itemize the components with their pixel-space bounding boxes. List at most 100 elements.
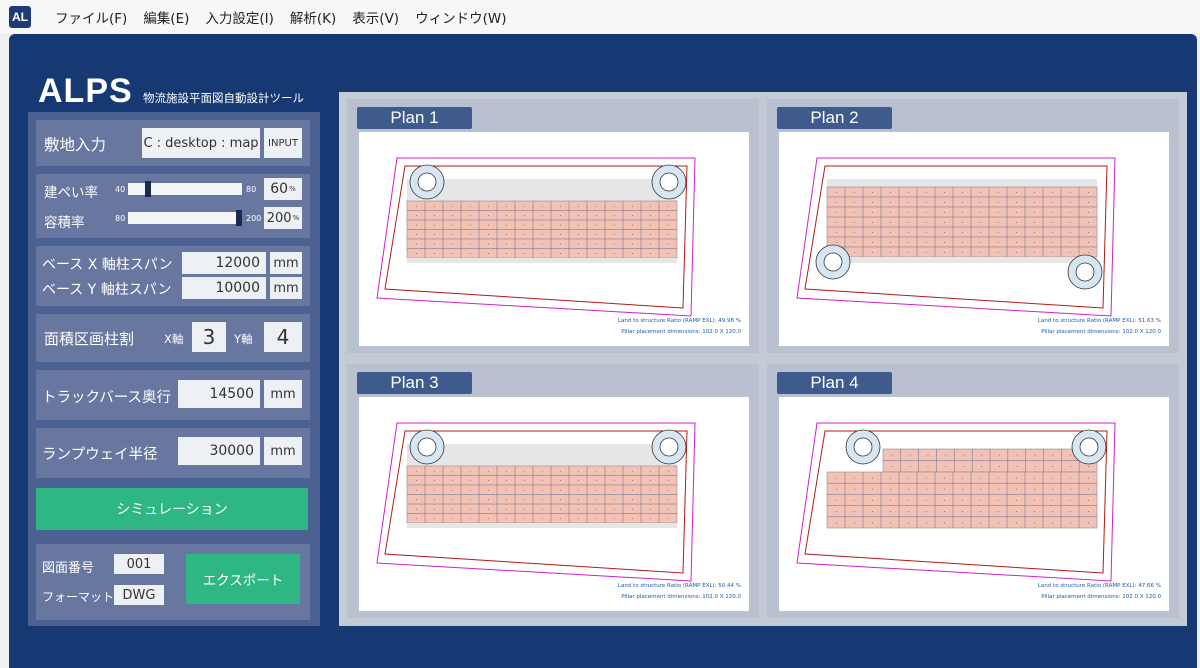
ramp-circle-inner [1079, 437, 1099, 457]
truck-berth-label: トラックバース奥行 [42, 390, 172, 406]
span-x-field[interactable]: 12000 [182, 252, 266, 274]
plan-drawing [796, 422, 1116, 582]
plan-canvas: Land to structure Ratio (RAMP EXL): 51.6… [779, 132, 1169, 346]
ramp-circle-inner [417, 172, 437, 192]
span-y-unit: mm [270, 277, 302, 299]
truck-berth-zone [407, 444, 677, 466]
plan-tab[interactable]: Plan 2 [777, 107, 892, 129]
menu-view[interactable]: 表示(V) [352, 7, 399, 27]
ramp-circle-inner [823, 252, 843, 272]
ramp-circle-inner [659, 172, 679, 192]
floor-ratio-label: 容積率 [44, 215, 85, 231]
ramp-radius-unit: mm [264, 437, 302, 465]
site-input-label: 敷地入力 [44, 136, 107, 154]
coverage-min: 40 [115, 185, 126, 194]
export-button[interactable]: エクスポート [186, 554, 300, 604]
pillar-y-field[interactable]: 4 [264, 322, 302, 352]
plan-drawing [376, 422, 696, 582]
plan-ratio-text: Land to structure Ratio (RAMP EXL): 50.4… [617, 583, 741, 589]
plan-dims-text: Pillar placement dimensions: 102.0 X 120… [1041, 594, 1161, 600]
ratio-group: 建ぺい率 40 80 60% 容積率 80 200 200% [36, 174, 310, 238]
plan-dims-text: Pillar placement dimensions: 102.0 X 120… [1041, 329, 1161, 335]
pillar-division-label: 面積区画柱割 [44, 330, 135, 348]
truck-berth-unit: mm [264, 380, 302, 408]
truck-berth-zone [407, 258, 677, 263]
pillar-y-label: Y軸 [234, 332, 253, 346]
format-label: フォーマット [42, 590, 115, 604]
coverage-label: 建ぺい率 [44, 185, 98, 201]
ramp-radius-group: ランプウェイ半径 30000 mm [36, 428, 310, 478]
floor-ratio-value: 200 [266, 210, 292, 226]
plan-tab[interactable]: Plan 4 [777, 372, 892, 394]
truck-berth-zone [407, 179, 677, 201]
site-path-field[interactable]: C : desktop : map [142, 128, 260, 158]
plan-drawing [376, 157, 696, 317]
plan-tab[interactable]: Plan 1 [357, 107, 472, 129]
span-x-label: ベース X 軸柱スパン [42, 257, 173, 273]
plan-dims-text: Pillar placement dimensions: 102.0 X 120… [621, 594, 741, 600]
floor-ratio-min: 80 [115, 214, 126, 223]
plan-ratio-text: Land to structure Ratio (RAMP EXL): 47.6… [1037, 583, 1161, 589]
site-input-group: 敷地入力 C : desktop : map INPUT [36, 120, 310, 166]
ramp-radius-field[interactable]: 30000 [178, 437, 260, 465]
coverage-value-field[interactable]: 60% [264, 178, 302, 200]
plan-canvas: Land to structure Ratio (RAMP EXL): 47.6… [779, 397, 1169, 611]
coverage-slider[interactable] [128, 181, 242, 197]
plan-canvas: Land to structure Ratio (RAMP EXL): 50.4… [359, 397, 749, 611]
span-y-field[interactable]: 10000 [182, 277, 266, 299]
settings-panel: 敷地入力 C : desktop : map INPUT 建ぺい率 40 80 … [28, 112, 320, 626]
ramp-circle-inner [659, 437, 679, 457]
truck-berth-zone [407, 523, 677, 528]
menu-file[interactable]: ファイル(F) [55, 7, 127, 27]
floor-ratio-value-field[interactable]: 200% [264, 207, 302, 229]
truck-berth-zone [827, 257, 1097, 263]
span-y-label: ベース Y 軸柱スパン [42, 282, 172, 298]
site-input-button[interactable]: INPUT [264, 128, 302, 158]
menu-window[interactable]: ウィンドウ(W) [415, 7, 506, 27]
pillar-division-group: 面積区画柱割 X軸 3 Y軸 4 [36, 314, 310, 362]
format-field[interactable]: DWG [114, 585, 164, 605]
plan-drawing [796, 157, 1116, 317]
plan-canvas: Land to structure Ratio (RAMP EXL): 49.9… [359, 132, 749, 346]
plan-card[interactable]: Plan 4 Land to structure Ratio (RAMP EXL… [767, 364, 1179, 618]
pillar-x-field[interactable]: 3 [192, 322, 226, 352]
plan-ratio-text: Land to structure Ratio (RAMP EXL): 49.9… [617, 318, 741, 324]
menu-analysis[interactable]: 解析(K) [290, 7, 336, 27]
app-subtitle: 物流施設平面図自動設計ツール [143, 91, 304, 105]
ramp-circle-inner [417, 437, 437, 457]
ramp-radius-label: ランプウェイ半径 [42, 447, 158, 463]
ramp-circle-inner [853, 437, 873, 457]
truck-berth-zone [827, 179, 1097, 187]
drawing-number-label: 図面番号 [42, 561, 95, 576]
pillar-x-label: X軸 [164, 332, 184, 346]
simulation-button[interactable]: シミュレーション [36, 488, 308, 530]
menu-bar: AL ファイル(F) 編集(E) 入力設定(I) 解析(K) 表示(V) ウィン… [0, 0, 1200, 33]
floor-ratio-slider[interactable] [128, 210, 242, 226]
ramp-circle-inner [1075, 262, 1095, 282]
export-group: 図面番号 001 フォーマット DWG エクスポート [36, 544, 310, 620]
menu-items: ファイル(F) 編集(E) 入力設定(I) 解析(K) 表示(V) ウィンドウ(… [55, 7, 522, 27]
plan-card[interactable]: Plan 1 Land to structure Ratio (RAMP EXL… [347, 99, 759, 353]
app-icon: AL [9, 5, 31, 28]
span-group: ベース X 軸柱スパン 12000 mm ベース Y 軸柱スパン 10000 m… [36, 246, 310, 306]
menu-input-settings[interactable]: 入力設定(I) [205, 7, 274, 27]
floor-ratio-max: 200 [246, 214, 262, 223]
main-window: ALPS 物流施設平面図自動設計ツール 敷地入力 C : desktop : m… [9, 34, 1197, 668]
plan-card[interactable]: Plan 2 Land to structure Ratio (RAMP EXL… [767, 99, 1179, 353]
truck-berth-field[interactable]: 14500 [178, 380, 260, 408]
plans-area: Plan 1 Land to structure Ratio (RAMP EXL… [339, 92, 1187, 626]
coverage-max: 80 [246, 185, 257, 194]
truck-berth-group: トラックバース奥行 14500 mm [36, 370, 310, 420]
plan-card[interactable]: Plan 3 Land to structure Ratio (RAMP EXL… [347, 364, 759, 618]
floor-ratio-slider-thumb[interactable] [236, 210, 242, 226]
coverage-value: 60 [270, 181, 289, 197]
plan-dims-text: Pillar placement dimensions: 102.0 X 120… [621, 329, 741, 335]
plan-tab[interactable]: Plan 3 [357, 372, 472, 394]
drawing-number-field[interactable]: 001 [114, 554, 164, 574]
app-logo: ALPS [38, 72, 133, 110]
coverage-unit: % [289, 185, 296, 193]
span-x-unit: mm [270, 252, 302, 274]
menu-edit[interactable]: 編集(E) [143, 7, 189, 27]
coverage-slider-thumb[interactable] [144, 181, 151, 197]
floor-ratio-unit: % [292, 214, 300, 222]
